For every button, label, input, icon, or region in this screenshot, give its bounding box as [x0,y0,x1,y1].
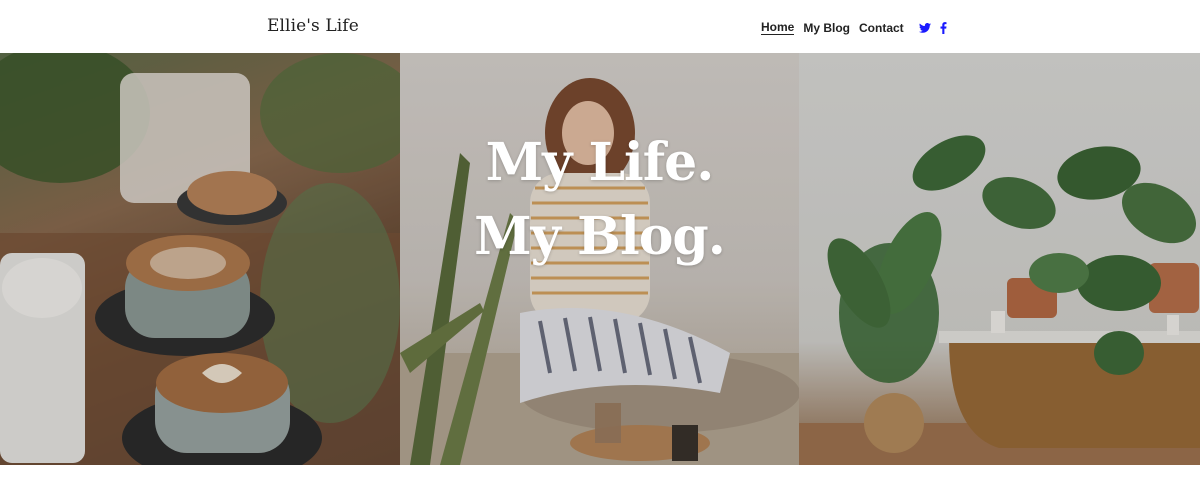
nav-my-blog[interactable]: My Blog [803,21,850,35]
image-overlay [0,53,400,465]
hero-title-line2: My Blog. [474,206,726,267]
hero-title-line1: My Life. [485,132,715,193]
hero-title: My Life. My Blog. [400,126,799,274]
social-links [918,21,956,34]
nav-contact[interactable]: Contact [859,21,904,35]
hero-image-plants [799,53,1200,465]
main-nav: Home My Blog Contact [761,20,956,35]
page-bottom-area [0,465,1200,501]
twitter-icon[interactable] [918,22,931,33]
nav-home[interactable]: Home [761,20,795,35]
site-header: Ellie's Life Home My Blog Contact [0,0,1200,53]
facebook-icon[interactable] [940,21,947,34]
image-overlay [799,53,1200,465]
site-logo[interactable]: Ellie's Life [267,16,359,36]
hero-image-coffee [0,53,400,465]
